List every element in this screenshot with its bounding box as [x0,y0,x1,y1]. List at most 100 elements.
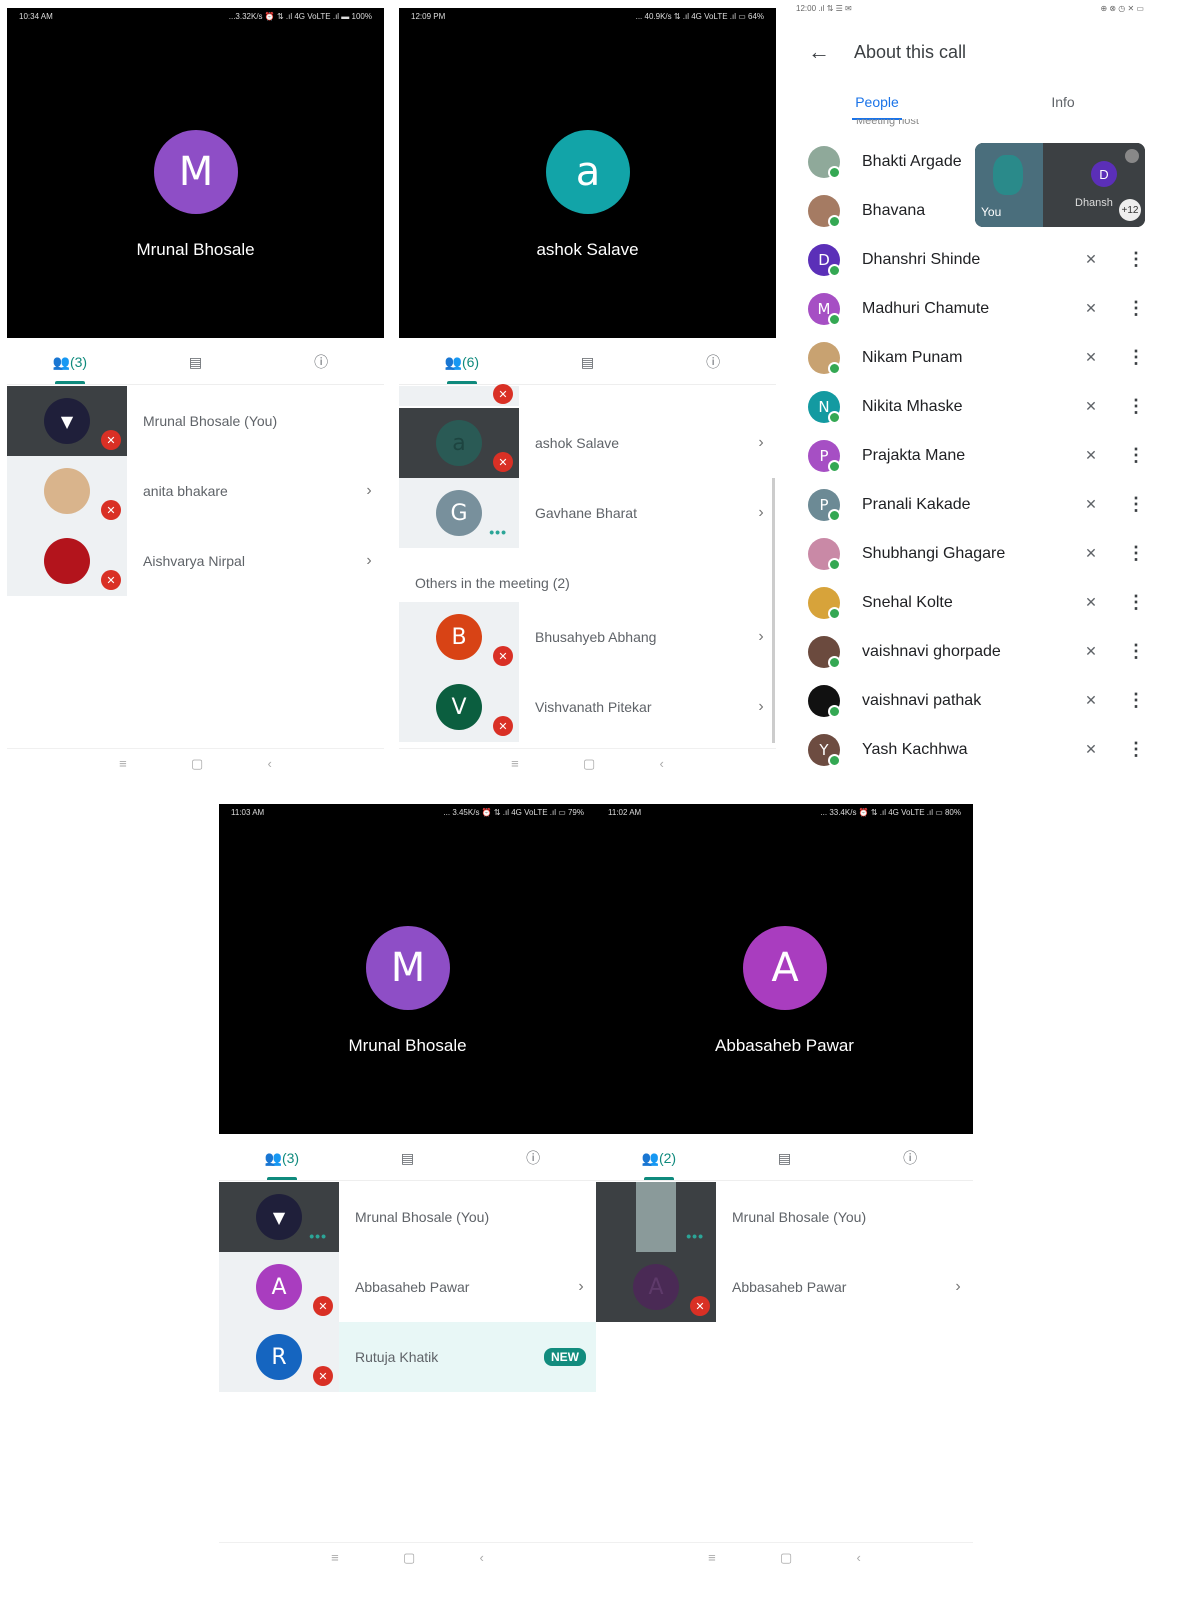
tab-people[interactable]: People [784,84,970,120]
more-options-icon[interactable]: ⋮ [1116,445,1156,466]
participant-row[interactable]: ••• Mrunal Bhosale (You) [596,1182,973,1252]
chevron-right-icon[interactable]: › [746,434,776,452]
tab-info[interactable]: ⓘ [258,340,384,384]
more-options-icon[interactable]: ⋮ [1116,690,1156,711]
chevron-right-icon[interactable]: › [566,1278,596,1296]
more-options-icon[interactable]: ⋮ [1116,298,1156,319]
participant-thumb: ▼ ••• [219,1182,339,1252]
back-icon[interactable]: ‹ [660,756,664,771]
home-icon[interactable]: ▢ [780,1550,792,1566]
avatar-initial: P [819,446,829,465]
more-options-icon[interactable]: ⋮ [1116,347,1156,368]
people-list-row[interactable]: N Nikita Mhaske ✕ ⋮ [784,382,1156,431]
mute-icon: ✕ [313,1366,333,1386]
participant-row[interactable]: ▼ ✕ Mrunal Bhosale (You) [7,386,384,456]
tab-people[interactable]: 👥 (6) [399,340,525,384]
self-label: You [981,205,1002,219]
tab-chat[interactable]: ▤ [133,340,259,384]
menu-icon[interactable]: ≡ [708,1550,716,1565]
participant-row[interactable]: G ••• Gavhane Bharat › [399,478,776,548]
more-options-icon[interactable]: ⋮ [1116,592,1156,613]
people-list-row[interactable]: P Prajakta Mane ✕ ⋮ [784,431,1156,480]
scrollbar[interactable] [772,478,775,743]
featured-avatar: A [743,926,827,1010]
more-options-icon[interactable]: ⋮ [1116,494,1156,515]
participant-row[interactable]: ▼ ••• Mrunal Bhosale (You) [219,1182,596,1252]
online-indicator [828,214,841,228]
self-video [636,1182,676,1252]
chat-icon: ▤ [188,353,203,370]
people-icon: 👥 [444,353,462,370]
people-list-row[interactable]: Nikam Punam ✕ ⋮ [784,333,1156,382]
more-options-icon[interactable]: ⋮ [1116,543,1156,564]
tab-chat[interactable]: ▤ [345,1136,471,1180]
avatar: R [256,1334,302,1380]
tab-people[interactable]: 👥 (3) [219,1136,345,1180]
participant-row[interactable]: A ✕ Abbasaheb Pawar › [596,1252,973,1322]
participant-row-new[interactable]: R ✕ Rutuja Khatik NEW [219,1322,596,1392]
home-icon[interactable]: ▢ [403,1550,415,1566]
tab-people[interactable]: 👥 (3) [7,340,133,384]
tab-chat[interactable]: ▤ [525,340,651,384]
online-indicator [828,753,841,767]
people-list-row[interactable]: vaishnavi pathak ✕ ⋮ [784,676,1156,725]
people-list-row[interactable]: Snehal Kolte ✕ ⋮ [784,578,1156,627]
person-name: Pranali Kakade [862,495,971,513]
tab-info[interactable]: ⓘ [650,340,776,384]
chevron-right-icon[interactable]: › [943,1278,973,1296]
featured-avatar: M [154,130,238,214]
chat-icon: ▤ [580,353,595,370]
mic-off-icon: ✕ [1085,741,1097,757]
participant-row[interactable]: ✕ Aishvarya Nirpal › [7,526,384,596]
status-time: 10:34 AM [19,12,53,21]
status-time: 11:03 AM [231,808,265,817]
featured-video: 11:02 AM ... 33.4K/s ⏰ ⇅ .ıl 4G VoLTE .ı… [596,804,973,1134]
people-list-row[interactable]: vaishnavi ghorpade ✕ ⋮ [784,627,1156,676]
tab-info[interactable]: ⓘ [470,1136,596,1180]
back-icon[interactable]: ‹ [857,1550,861,1565]
people-list-row[interactable]: M Madhuri Chamute ✕ ⋮ [784,284,1156,333]
mute-icon: ✕ [101,500,121,520]
participant-row[interactable]: B ✕ Bhusahyeb Abhang › [399,602,776,672]
chevron-right-icon[interactable]: › [354,482,384,500]
online-indicator [828,312,841,326]
menu-icon[interactable]: ≡ [119,756,127,771]
header: ← About this call [784,32,1156,72]
people-list-row[interactable]: Y Yash Kachhwa ✕ ⋮ [784,725,1156,774]
participant-row[interactable]: A ✕ Abbasaheb Pawar › [219,1252,596,1322]
mute-icon: ✕ [313,1296,333,1316]
participant-row[interactable]: ✕ anita bhakare › [7,456,384,526]
participant-row[interactable]: a ✕ ashok Salave › [399,408,776,478]
menu-icon[interactable]: ≡ [331,1550,339,1565]
online-indicator [828,704,841,718]
self-view-overlay[interactable]: You D Dhansh +12 [975,143,1145,227]
people-list-row[interactable]: Shubhangi Ghagare ✕ ⋮ [784,529,1156,578]
menu-icon[interactable]: ≡ [511,756,519,771]
back-icon[interactable]: ‹ [480,1550,484,1565]
more-options-icon[interactable]: ⋮ [1116,249,1156,270]
tab-info[interactable]: Info [970,84,1156,120]
people-list-row[interactable]: P Pranali Kakade ✕ ⋮ [784,480,1156,529]
tab-chat[interactable]: ▤ [722,1136,848,1180]
people-list-row[interactable]: D Dhanshri Shinde ✕ ⋮ [784,235,1156,284]
more-options-icon[interactable]: ⋮ [1116,396,1156,417]
more-options-icon[interactable]: ⋮ [1116,641,1156,662]
online-indicator [828,263,841,277]
more-options-icon[interactable]: ⋮ [1116,739,1156,760]
home-icon[interactable]: ▢ [583,756,595,772]
online-indicator [828,459,841,473]
back-arrow-icon[interactable]: ← [784,39,854,65]
person-name: Madhuri Chamute [862,299,990,317]
participant-row[interactable]: V ✕ Vishvanath Pitekar › [399,672,776,742]
people-icon: 👥 [52,353,70,370]
tab-info[interactable]: ⓘ [847,1136,973,1180]
more-dots-icon: ••• [686,1228,704,1244]
tab-people[interactable]: 👥 (2) [596,1136,722,1180]
back-icon[interactable]: ‹ [268,756,272,771]
info-icon: ⓘ [314,354,329,370]
chevron-right-icon[interactable]: › [354,552,384,570]
page-title: About this call [854,41,967,62]
avatar: N [808,390,841,424]
home-icon[interactable]: ▢ [191,756,203,772]
avatar [44,468,90,514]
